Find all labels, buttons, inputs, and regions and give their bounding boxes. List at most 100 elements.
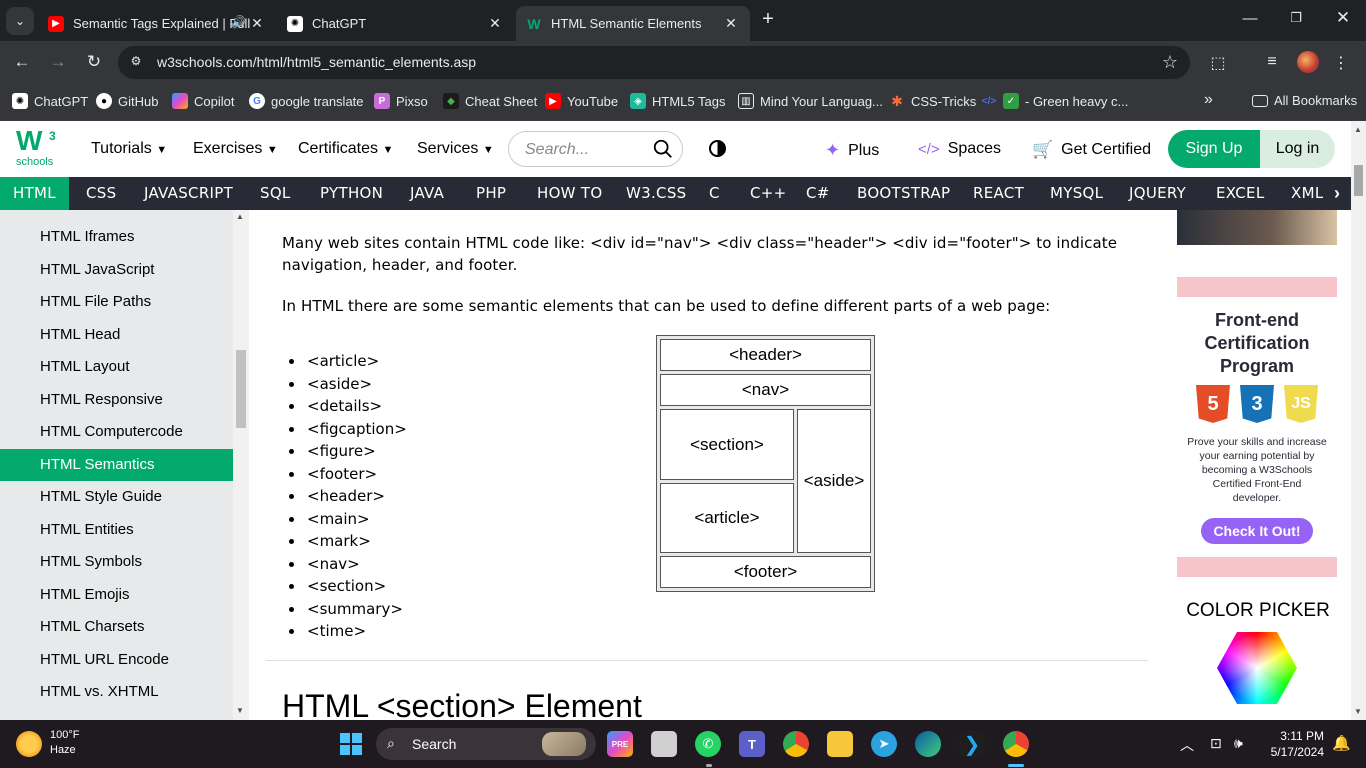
sidebar-item-javascript[interactable]: HTML JavaScript xyxy=(0,254,233,286)
tab-search-button[interactable]: ⌄ xyxy=(6,7,34,35)
certification-ad[interactable]: Front-end Certification Program 5 3 JS P… xyxy=(1177,277,1337,577)
notification-bell-icon[interactable]: 🔔 xyxy=(1332,734,1351,752)
sidebar-scrollbar-thumb[interactable] xyxy=(236,350,246,428)
subnav-mysql[interactable]: MYSQL xyxy=(1050,177,1103,210)
sidebar-item-layout[interactable]: HTML Layout xyxy=(0,351,233,383)
sidebar-item-url-encode[interactable]: HTML URL Encode xyxy=(0,644,233,676)
sidebar-item-semantics[interactable]: HTML Semantics xyxy=(0,448,233,481)
speaker-icon[interactable]: 🔊 xyxy=(231,15,246,29)
sidebar-item-computercode[interactable]: HTML Computercode xyxy=(0,416,233,448)
scroll-down-icon[interactable]: ▼ xyxy=(236,706,244,715)
spaces-link[interactable]: </> Spaces xyxy=(918,140,1001,158)
scroll-up-icon[interactable]: ▲ xyxy=(236,212,244,221)
window-close-icon[interactable]: ✕ xyxy=(1333,8,1353,28)
tab-html-semantic-elements[interactable]: W HTML Semantic Elements ✕ xyxy=(516,6,750,41)
scroll-down-icon[interactable]: ▼ xyxy=(1354,707,1362,716)
subnav-xml[interactable]: XML xyxy=(1291,177,1323,210)
media-controls-icon[interactable]: ≡ xyxy=(1262,53,1282,71)
bookmark-html5-tags[interactable]: ◈ HTML5 Tags xyxy=(630,93,725,109)
all-bookmarks[interactable]: All Bookmarks xyxy=(1252,93,1357,108)
network-icon[interactable]: ⊡ xyxy=(1210,735,1222,752)
page-scrollbar[interactable]: ▲ ▼ xyxy=(1351,121,1366,720)
log-in-button[interactable]: Log in xyxy=(1260,130,1335,168)
plus-link[interactable]: ✦ Plus xyxy=(825,140,879,161)
new-tab-icon[interactable]: + xyxy=(758,8,778,31)
ad-image[interactable] xyxy=(1177,210,1337,245)
more-bookmarks-icon[interactable]: » xyxy=(1204,91,1213,109)
subnav-csharp[interactable]: C# xyxy=(806,177,830,210)
telegram-icon[interactable]: ➤ xyxy=(871,731,897,757)
back-arrow-icon[interactable]: ← xyxy=(11,52,33,72)
chevron-right-icon[interactable]: › xyxy=(1323,177,1351,210)
chrome-icon[interactable] xyxy=(783,731,809,757)
taskbar-search[interactable]: ⌕ Search xyxy=(376,728,596,760)
subnav-java[interactable]: JAVA xyxy=(410,177,444,210)
tab-youtube[interactable]: ▶ Semantic Tags Explained | Full 🔊 ✕ xyxy=(38,6,276,41)
extensions-icon[interactable]: ⬚ xyxy=(1208,53,1228,73)
close-tab-icon[interactable]: ✕ xyxy=(248,14,266,32)
show-hidden-icons-chevron-icon[interactable]: ︿ xyxy=(1180,735,1194,755)
check-it-out-button[interactable]: Check It Out! xyxy=(1201,518,1313,544)
bookmark-copilot[interactable]: Copilot xyxy=(172,93,234,109)
copilot-pre-icon[interactable]: PRE xyxy=(607,731,633,757)
subnav-html[interactable]: HTML xyxy=(0,177,69,210)
subnav-php[interactable]: PHP xyxy=(476,177,506,210)
sidebar-item-emojis[interactable]: HTML Emojis xyxy=(0,579,233,611)
sidebar-item-responsive[interactable]: HTML Responsive xyxy=(0,384,233,416)
subnav-excel[interactable]: EXCEL xyxy=(1216,177,1264,210)
edge-icon[interactable] xyxy=(915,731,941,757)
file-explorer-icon[interactable] xyxy=(827,731,853,757)
whatsapp-icon[interactable]: ✆ xyxy=(695,731,721,757)
sidebar-item-vs-xhtml[interactable]: HTML vs. XHTML xyxy=(0,676,233,708)
url-text[interactable]: w3schools.com/html/html5_semantic_elemen… xyxy=(157,54,476,70)
reload-icon[interactable]: ↻ xyxy=(83,52,105,72)
bookmark-green-heavy-check[interactable]: </> ✓ - Green heavy c... xyxy=(981,93,1128,109)
nav-exercises[interactable]: Exercises ▼ xyxy=(193,140,278,158)
site-info-icon[interactable]: ⚙ xyxy=(128,54,144,70)
sidebar-item-style-guide[interactable]: HTML Style Guide xyxy=(0,481,233,513)
bookmark-youtube[interactable]: ▶ YouTube xyxy=(545,93,618,109)
weather-widget[interactable]: 100°F Haze xyxy=(16,728,79,758)
sign-up-button[interactable]: Sign Up xyxy=(1168,130,1260,168)
sidebar-item-entities[interactable]: HTML Entities xyxy=(0,514,233,546)
subnav-bootstrap[interactable]: BOOTSTRAP xyxy=(857,177,950,210)
close-tab-icon[interactable]: ✕ xyxy=(722,14,740,32)
address-bar[interactable]: ⚙ w3schools.com/html/html5_semantic_elem… xyxy=(118,46,1190,79)
nav-certificates[interactable]: Certificates ▼ xyxy=(298,140,393,158)
subnav-react[interactable]: REACT xyxy=(973,177,1024,210)
subnav-c[interactable]: C xyxy=(709,177,720,210)
bookmark-cheat-sheet[interactable]: ◆ Cheat Sheet xyxy=(443,93,537,109)
subnav-sql[interactable]: SQL xyxy=(260,177,291,210)
subnav-w3css[interactable]: W3.CSS xyxy=(626,177,686,210)
search-icon[interactable] xyxy=(652,138,674,160)
file-manager-icon[interactable] xyxy=(651,731,677,757)
volume-icon[interactable]: 🕪 xyxy=(1234,735,1243,752)
nav-services[interactable]: Services ▼ xyxy=(417,140,494,158)
subnav-how-to[interactable]: HOW TO xyxy=(537,177,602,210)
nav-tutorials[interactable]: Tutorials ▼ xyxy=(91,140,167,158)
vscode-icon[interactable]: ❯ xyxy=(959,731,985,757)
kebab-menu-icon[interactable]: ⋮ xyxy=(1331,53,1351,73)
sidebar-item-head[interactable]: HTML Head xyxy=(0,319,233,351)
scrollbar-thumb[interactable] xyxy=(1354,165,1363,196)
start-button-icon[interactable] xyxy=(340,733,362,755)
subnav-jquery[interactable]: JQUERY xyxy=(1129,177,1186,210)
teams-icon[interactable]: T xyxy=(739,731,765,757)
bookmark-css-tricks[interactable]: ✱ CSS-Tricks xyxy=(889,93,976,109)
sidebar-item-file-paths[interactable]: HTML File Paths xyxy=(0,286,233,318)
close-tab-icon[interactable]: ✕ xyxy=(486,14,504,32)
search-input[interactable]: Search... xyxy=(508,131,683,167)
sidebar-scrollbar[interactable]: ▲ ▼ xyxy=(233,210,249,720)
w3schools-logo[interactable]: W 3 schools xyxy=(16,127,60,171)
sidebar-item-symbols[interactable]: HTML Symbols xyxy=(0,546,233,578)
taskbar-clock[interactable]: 3:11 PM 5/17/2024 xyxy=(1262,728,1324,760)
tab-chatgpt[interactable]: ✺ ChatGPT ✕ xyxy=(277,6,514,41)
subnav-javascript[interactable]: JAVASCRIPT xyxy=(144,177,233,210)
bookmark-github[interactable]: ● GitHub xyxy=(96,93,158,109)
minimize-icon[interactable]: — xyxy=(1240,10,1260,27)
bookmark-google-translate[interactable]: Ggoogle translate xyxy=(249,93,364,109)
sidebar-item-charsets[interactable]: HTML Charsets xyxy=(0,611,233,643)
sidebar-item-iframes[interactable]: HTML Iframes xyxy=(0,221,233,253)
profile-avatar[interactable] xyxy=(1297,51,1319,73)
forward-arrow-icon[interactable]: → xyxy=(47,52,69,72)
